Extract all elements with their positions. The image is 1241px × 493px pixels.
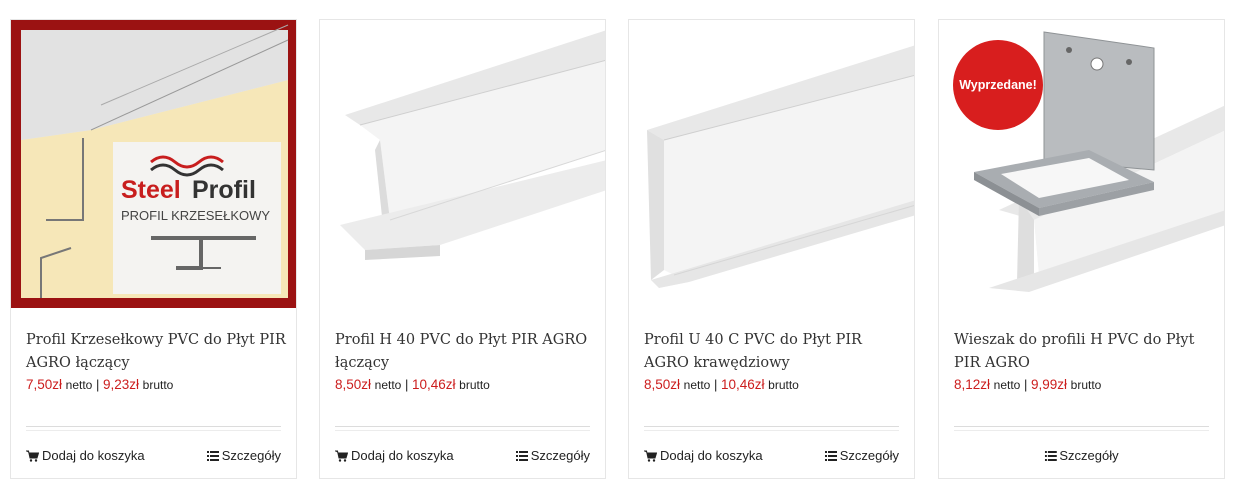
gross-label: brutto (768, 378, 799, 392)
divider (644, 426, 899, 427)
product-card: Profil U 40 C PVC do Płyt PIR AGRO krawę… (628, 19, 915, 479)
price-net: 8,12zł (954, 377, 991, 392)
net-label: netto (683, 378, 711, 392)
details-label: Szczegóły (1059, 448, 1119, 463)
product-price: 8,50zł netto | 10,46zł brutto (644, 377, 799, 392)
divider (644, 430, 899, 431)
price-separator: | (713, 377, 718, 392)
details-button[interactable]: Szczegóły (1044, 448, 1119, 463)
price-gross: 9,23zł (103, 377, 140, 392)
product-title[interactable]: Profil U 40 C PVC do Płyt PIR AGRO krawę… (644, 329, 904, 375)
product-title[interactable]: Wieszak do profili H PVC do Płyt PIR AGR… (954, 329, 1214, 375)
add-to-cart-label: Dodaj do koszyka (660, 448, 763, 463)
add-to-cart-label: Dodaj do koszyka (351, 448, 454, 463)
product-image[interactable]: Wyprzedane! (939, 20, 1224, 308)
product-card: Profil H 40 PVC do Płyt PIR AGRO łączący… (319, 19, 606, 479)
list-icon (515, 451, 528, 461)
sold-out-badge: Wyprzedane! (953, 40, 1043, 130)
gross-label: brutto (1070, 378, 1102, 392)
image-subtitle: PROFIL KRZESEŁKOWY (121, 208, 270, 223)
product-image[interactable] (629, 20, 914, 308)
details-button[interactable]: Szczegóły (206, 448, 281, 463)
details-button[interactable]: Szczegóły (515, 448, 590, 463)
details-label: Szczegóły (221, 448, 281, 463)
net-label: netto (993, 378, 1021, 392)
price-gross: 10,46zł (721, 377, 765, 392)
brand-logo-profil: Profil (192, 176, 256, 204)
price-separator: | (95, 377, 100, 392)
cart-icon (26, 450, 39, 462)
brand-logo-steel: Steel (121, 176, 181, 204)
gross-label: brutto (142, 378, 174, 392)
divider (335, 430, 590, 431)
net-label: netto (374, 378, 402, 392)
list-icon (206, 451, 219, 461)
divider (335, 426, 590, 427)
list-icon (824, 451, 837, 461)
price-net: 8,50zł (335, 377, 372, 392)
price-net: 8,50zł (644, 377, 681, 392)
divider (954, 426, 1209, 427)
price-separator: | (1023, 377, 1028, 392)
product-price: 8,12zł netto | 9,99zł brutto (954, 377, 1101, 392)
product-image[interactable]: Steel Profil PROFIL KRZESEŁKOWY (11, 20, 296, 308)
price-net: 7,50zł (26, 377, 63, 392)
product-image[interactable] (320, 20, 605, 308)
net-label: netto (65, 378, 93, 392)
price-gross: 10,46zł (412, 377, 456, 392)
divider (954, 430, 1209, 431)
price-separator: | (404, 377, 409, 392)
details-button[interactable]: Szczegóły (824, 448, 899, 463)
product-price: 8,50zł netto | 10,46zł brutto (335, 377, 490, 392)
list-icon (1044, 451, 1057, 461)
divider (26, 426, 281, 427)
product-card: Wyprzedane! Wieszak do profili H PVC do … (938, 19, 1225, 479)
price-gross: 9,99zł (1031, 377, 1068, 392)
add-to-cart-button[interactable]: Dodaj do koszyka (644, 448, 763, 463)
details-label: Szczegóły (839, 448, 899, 463)
product-title[interactable]: Profil H 40 PVC do Płyt PIR AGRO łączący (335, 329, 595, 375)
add-to-cart-button[interactable]: Dodaj do koszyka (26, 448, 145, 463)
add-to-cart-button[interactable]: Dodaj do koszyka (335, 448, 454, 463)
product-title[interactable]: Profil Krzesełkowy PVC do Płyt PIR AGRO … (26, 329, 286, 375)
gross-label: brutto (459, 378, 490, 392)
cart-icon (644, 450, 657, 462)
details-label: Szczegóły (530, 448, 590, 463)
cart-icon (335, 450, 348, 462)
product-card: Steel Profil PROFIL KRZESEŁKOWY Profil K… (10, 19, 297, 479)
product-price: 7,50zł netto | 9,23zł brutto (26, 377, 173, 392)
add-to-cart-label: Dodaj do koszyka (42, 448, 145, 463)
divider (26, 430, 281, 431)
